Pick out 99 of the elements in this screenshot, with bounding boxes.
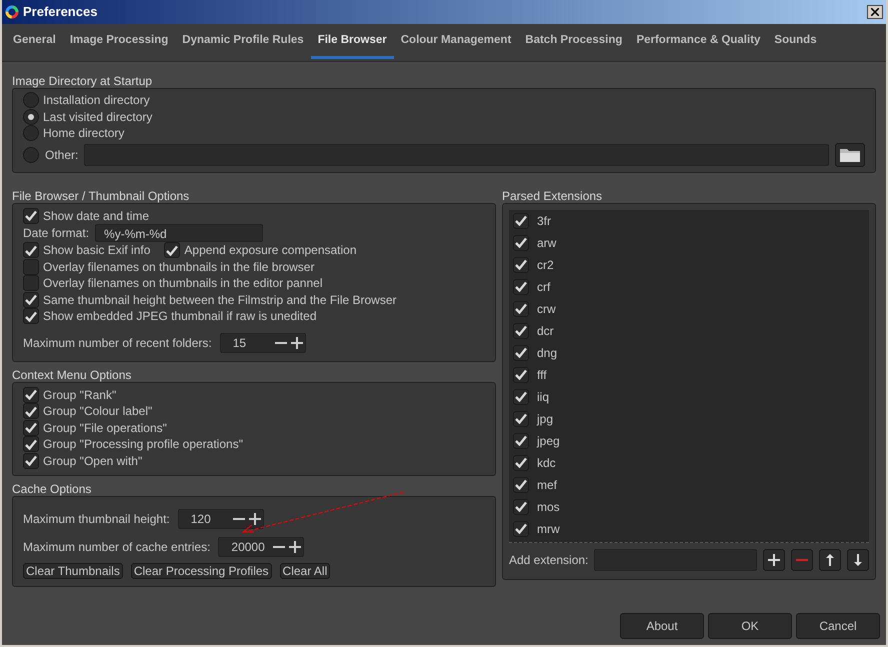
checkbox[interactable] bbox=[23, 258, 39, 275]
checkbox[interactable] bbox=[513, 498, 529, 514]
checkbox[interactable] bbox=[164, 242, 180, 258]
radio-button[interactable] bbox=[23, 146, 39, 162]
checkbox[interactable] bbox=[23, 242, 39, 258]
extension-label: dng bbox=[537, 344, 558, 362]
dialog-button[interactable]: OK bbox=[708, 613, 792, 639]
field-label: Maximum thumbnail height: bbox=[23, 511, 170, 528]
checkbox[interactable] bbox=[513, 212, 529, 228]
tab[interactable]: Performance & Quality bbox=[629, 26, 768, 59]
checkbox-label: Show date and time bbox=[43, 208, 150, 225]
dialog-button[interactable]: About bbox=[620, 613, 704, 639]
checkbox-label: Overlay filenames on thumbnails in the file browser bbox=[43, 258, 314, 276]
checkbox[interactable] bbox=[513, 344, 529, 360]
tab[interactable]: Colour Management bbox=[394, 26, 518, 59]
checkbox[interactable] bbox=[513, 388, 529, 404]
plus-icon[interactable] bbox=[246, 510, 263, 528]
spin-field[interactable]: 120 bbox=[178, 509, 264, 529]
checkbox[interactable] bbox=[513, 366, 529, 382]
checkbox[interactable] bbox=[513, 234, 529, 250]
checkbox[interactable] bbox=[513, 256, 529, 272]
extension-label: jpg bbox=[537, 410, 554, 428]
radio-label: Other: bbox=[45, 146, 78, 164]
tab[interactable]: Sounds bbox=[767, 26, 824, 59]
plus-icon[interactable] bbox=[763, 548, 785, 570]
checkbox[interactable] bbox=[513, 454, 529, 470]
checkbox[interactable] bbox=[23, 208, 39, 224]
folder-button[interactable] bbox=[835, 142, 865, 166]
extension-label: jpeg bbox=[537, 432, 560, 450]
spin-field[interactable]: 20000 bbox=[218, 537, 304, 557]
extension-label: mos bbox=[537, 498, 560, 516]
checkbox-label: Group "File operations" bbox=[43, 420, 167, 437]
radio-button[interactable] bbox=[23, 92, 39, 108]
group-title: Context Menu Options bbox=[12, 368, 132, 382]
checkbox[interactable] bbox=[23, 292, 39, 308]
checkbox[interactable] bbox=[513, 300, 529, 316]
checkbox[interactable] bbox=[23, 420, 39, 436]
tab[interactable]: Batch Processing bbox=[518, 26, 630, 59]
extension-label: dcr bbox=[537, 322, 554, 340]
checkbox[interactable] bbox=[23, 275, 39, 292]
field-label: Date format: bbox=[23, 225, 90, 242]
extension-label: mrw bbox=[537, 520, 560, 538]
checkbox[interactable] bbox=[23, 308, 39, 324]
spin-field[interactable]: 15 bbox=[220, 332, 306, 352]
window-title: Preferences bbox=[23, 3, 98, 22]
plus-icon[interactable] bbox=[287, 538, 304, 556]
dialog-button[interactable]: Cancel bbox=[796, 613, 880, 639]
clear-button[interactable]: Clear All bbox=[280, 563, 330, 579]
extension-label: crw bbox=[537, 300, 556, 318]
checkbox-label: Group "Processing profile operations" bbox=[43, 436, 243, 454]
checkbox[interactable] bbox=[513, 322, 529, 338]
extension-label: kdc bbox=[537, 454, 556, 472]
checkbox[interactable] bbox=[23, 452, 39, 469]
field-label: Add extension: bbox=[509, 552, 588, 568]
radio-label: Last visited directory bbox=[43, 108, 152, 126]
checkbox-label: Group "Colour label" bbox=[43, 403, 152, 420]
tab[interactable]: Image Processing bbox=[62, 26, 176, 59]
group-title: Parsed Extensions bbox=[502, 188, 604, 202]
field-label: Maximum number of recent folders: bbox=[23, 334, 212, 352]
checkbox-label: Show basic Exif info bbox=[43, 242, 150, 260]
tab[interactable]: Dynamic Profile Rules bbox=[175, 26, 311, 59]
tab[interactable]: File Browser bbox=[310, 26, 394, 59]
clear-button[interactable]: Clear Processing Profiles bbox=[130, 563, 272, 579]
checkbox[interactable] bbox=[23, 436, 39, 452]
tab[interactable]: General bbox=[6, 26, 63, 59]
checkbox-label: Group "Open with" bbox=[43, 452, 142, 470]
checkbox-label: Overlay filenames on thumbnails in the editor pannel bbox=[43, 275, 322, 292]
extension-label: cr2 bbox=[537, 256, 554, 274]
checkbox[interactable] bbox=[513, 278, 529, 294]
close-button[interactable] bbox=[867, 5, 883, 19]
checkbox-label: Same thumbnail height between the Filmstrip and the File Browser bbox=[43, 292, 397, 309]
extension-label: 3fr bbox=[537, 212, 552, 230]
folder-icon bbox=[839, 146, 861, 162]
radio-label: Installation directory bbox=[43, 92, 150, 110]
close-icon bbox=[871, 8, 879, 16]
field-label: Maximum number of cache entries: bbox=[23, 539, 210, 556]
checkbox-label: Append exposure compensation bbox=[184, 242, 357, 260]
group-title: File Browser / Thumbnail Options bbox=[12, 188, 190, 202]
radio-button[interactable] bbox=[23, 125, 39, 142]
checkbox[interactable] bbox=[23, 386, 39, 403]
radio-label: Home directory bbox=[43, 125, 124, 142]
app-logo-icon bbox=[5, 5, 19, 19]
checkbox[interactable] bbox=[513, 410, 529, 426]
checkbox[interactable] bbox=[513, 432, 529, 448]
group-title: Cache Options bbox=[12, 482, 92, 496]
extension-label: mef bbox=[537, 476, 558, 494]
extension-label: crf bbox=[537, 278, 550, 296]
checkbox[interactable] bbox=[513, 520, 529, 536]
extension-label: arw bbox=[537, 234, 556, 252]
checkbox-label: Group "Rank" bbox=[43, 386, 116, 404]
checkbox-label: Show embedded JPEG thumbnail if raw is unedited bbox=[43, 308, 316, 326]
checkbox[interactable] bbox=[513, 476, 529, 492]
radio-button[interactable] bbox=[23, 108, 39, 125]
group-title: Image Directory at Startup bbox=[12, 74, 154, 88]
extension-label: iiq bbox=[537, 388, 550, 406]
checkbox[interactable] bbox=[23, 403, 39, 420]
clear-button[interactable]: Clear Thumbnails bbox=[23, 563, 123, 579]
date-format-field[interactable]: %y-%m-%d bbox=[95, 224, 264, 242]
extension-label: fff bbox=[537, 366, 547, 384]
